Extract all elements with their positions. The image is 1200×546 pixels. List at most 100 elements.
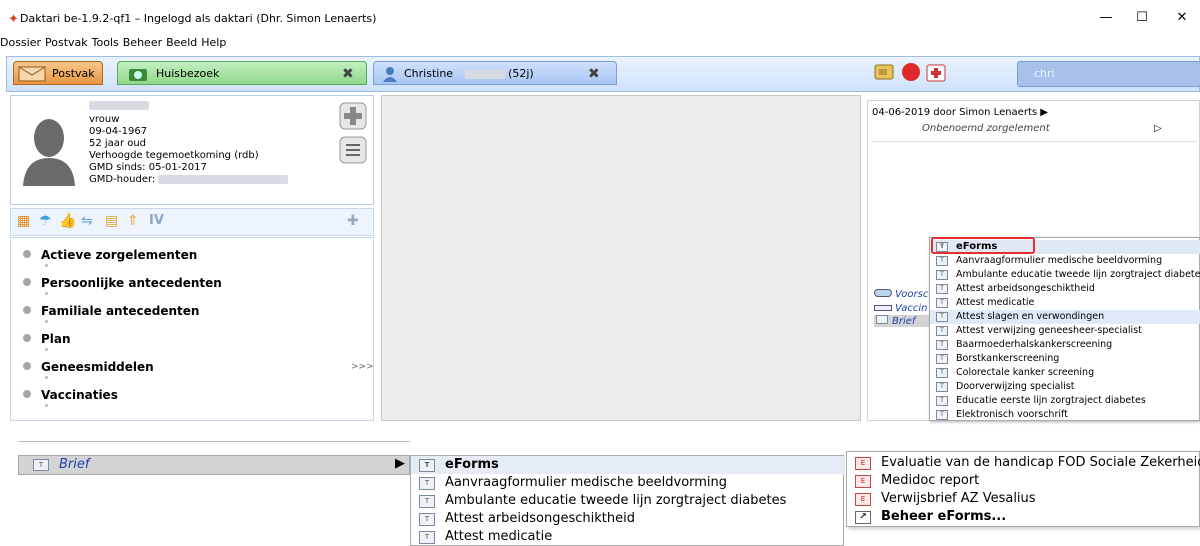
app-logo-icon: ✦ [8,12,19,27]
entry-header[interactable]: 04-06-2019 door Simon Lenaerts ▶ [872,107,1048,118]
menu-item[interactable]: T Attest slagen en verwondingen [930,310,1200,324]
collapse-toggle-icon[interactable] [23,362,31,370]
menu-dossier[interactable]: Dossier [0,36,41,49]
envelope-icon [18,66,46,82]
menu-item[interactable]: T Ambulante educatie tweede lijn zorgtraj… [411,492,845,510]
patient-age: 52 jaar oud [89,138,147,149]
divider [872,141,1197,142]
menu-item[interactable]: T Attest arbeidsongeschiktheid [930,282,1200,296]
eforms-context-menu: TeForms T Aanvraagformulier medische beel… [929,237,1200,421]
tab-christine[interactable]: Christine (52j) ✖ [373,61,617,85]
form-icon: T [419,531,435,544]
collapse-toggle-icon[interactable] [23,390,31,398]
form-icon: T [936,256,948,266]
camera-icon [129,69,147,81]
shortcut-arrow-icon: ↗ [855,511,871,524]
patient-avatar [23,119,75,186]
handshake-icon[interactable]: ⇋ [81,213,93,229]
umbrella-icon[interactable]: ☂ [39,213,52,229]
menu-item[interactable]: T Baarmoederhalskankerscreening [930,338,1200,352]
menu-help[interactable]: Help [201,36,226,49]
menu-postvak[interactable]: Postvak [45,36,88,49]
form-icon: T [33,459,49,471]
eforms-custom-submenu: E Evaluatie van de handicap FOD Sociale Z… [846,451,1200,527]
notes-icon[interactable] [339,136,367,164]
brief-item[interactable]: Brief [874,315,932,327]
vaccin-item[interactable]: Vaccin [874,303,927,314]
menu-item[interactable]: T Aanvraagformulier medische beeldvorming [930,254,1200,268]
patient-sections: Actieve zorgelementen Persoonlijke antec… [10,237,374,421]
tab-huisbezoek[interactable]: Huisbezoek ✖ [117,61,367,85]
gmd-since-label: GMD sinds: [89,162,146,173]
iv-icon[interactable]: IV [149,213,164,228]
tab-postvak[interactable]: Postvak [13,61,103,85]
menu-item[interactable]: E Evaluatie van de handicap FOD Sociale Z… [847,454,1200,472]
divider [18,441,410,442]
collapse-toggle-icon[interactable] [23,334,31,342]
close-tab-icon[interactable]: ✖ [588,62,600,86]
form-icon: T [936,382,948,392]
brief-menu-row[interactable]: T Brief ▶ [18,455,410,475]
menu-item[interactable]: T Ambulante educatie tweede lijn zorgtraj… [930,268,1200,282]
minimize-button[interactable]: — [1096,8,1116,28]
document-icon[interactable]: ▤ [105,213,118,229]
puzzle-icon[interactable]: ✚ [347,213,359,229]
menu-item[interactable]: T Attest arbeidsongeschiktheid [411,510,845,528]
menu-tools[interactable]: Tools [92,36,119,49]
form-icon: T [419,513,435,526]
menu-item[interactable]: E Verwijsbrief AZ Vesalius [847,490,1200,508]
form-icon: T [419,459,435,472]
menu-beheer[interactable]: Beheer [123,36,162,49]
eid-card-icon[interactable] [873,61,895,83]
collapse-toggle-icon[interactable] [23,278,31,286]
close-tab-icon[interactable]: ✖ [342,62,354,86]
menu-item[interactable]: T Attest medicatie [930,296,1200,310]
card-icon[interactable]: ▦ [17,213,30,229]
eform-icon: E [855,457,871,470]
menu-item[interactable]: T Elektronisch voorschrift [930,408,1200,422]
syringe-icon [874,305,892,311]
collapse-toggle-icon[interactable] [23,250,31,258]
menu-item[interactable]: T Aanvraagformulier medische beeldvorming [411,474,845,492]
menu-item[interactable]: T Educatie eerste lijn zorgtraject diabet… [930,394,1200,408]
form-icon: T [936,270,948,280]
patient-card: vrouw 09-04-1967 52 jaar oud Verhoogde t… [10,95,374,205]
gmd-holder-label: GMD-houder: [89,174,156,185]
unnamed-care-element[interactable]: Onbenoemd zorgelement [922,123,1050,134]
expand-arrow-icon[interactable]: ▷ [1154,123,1162,134]
more-marker[interactable]: >>> [351,362,373,372]
collapse-toggle-icon[interactable] [23,306,31,314]
thumbs-up-icon[interactable]: 👍 [59,213,76,229]
patient-status: Verhoogde tegemoetkoming (rdb) [89,150,259,161]
maximize-button[interactable]: ☐ [1132,8,1152,28]
menu-item[interactable]: T Attest verwijzing geneesheer-specialist [930,324,1200,338]
add-medical-icon[interactable] [339,102,367,130]
menu-item[interactable]: T Doorverwijzing specialist [930,380,1200,394]
form-icon: T [419,495,435,508]
redacted-holder [158,174,289,184]
arrow-up-icon[interactable]: ⇑ [127,213,139,229]
form-icon [876,315,888,324]
manage-eforms-item[interactable]: ↗ Beheer eForms... [847,508,1200,526]
tab-label: Christine [404,67,454,80]
menu-beeld[interactable]: Beeld [166,36,197,49]
highlight-annotation [931,237,1035,254]
eform-icon: E [855,475,871,488]
search-input[interactable]: chri [1017,61,1200,87]
menu-item[interactable]: T Attest medicatie [411,528,845,546]
patient-birthdate: 09-04-1967 [89,126,148,137]
close-button[interactable]: ✕ [1172,8,1192,28]
tab-bar: Postvak Huisbezoek ✖ Christine (52j) ✖ c… [6,56,1200,92]
menu-item[interactable]: T Borstkankerscreening [930,352,1200,366]
menu-item-eforms[interactable]: TeForms [411,456,845,474]
first-aid-icon[interactable] [925,61,947,83]
pill-icon [874,289,892,297]
record-icon[interactable] [901,62,921,82]
form-icon: T [936,298,948,308]
menu-bar: Dossier Postvak Tools Beheer Beeld Help [0,36,1200,52]
menu-item[interactable]: T Colorectale kanker screening [930,366,1200,380]
menu-item[interactable]: E Medidoc report [847,472,1200,490]
form-icon: T [936,396,948,406]
voorschrift-item[interactable]: Voorsc [874,289,928,300]
form-icon: T [936,354,948,364]
